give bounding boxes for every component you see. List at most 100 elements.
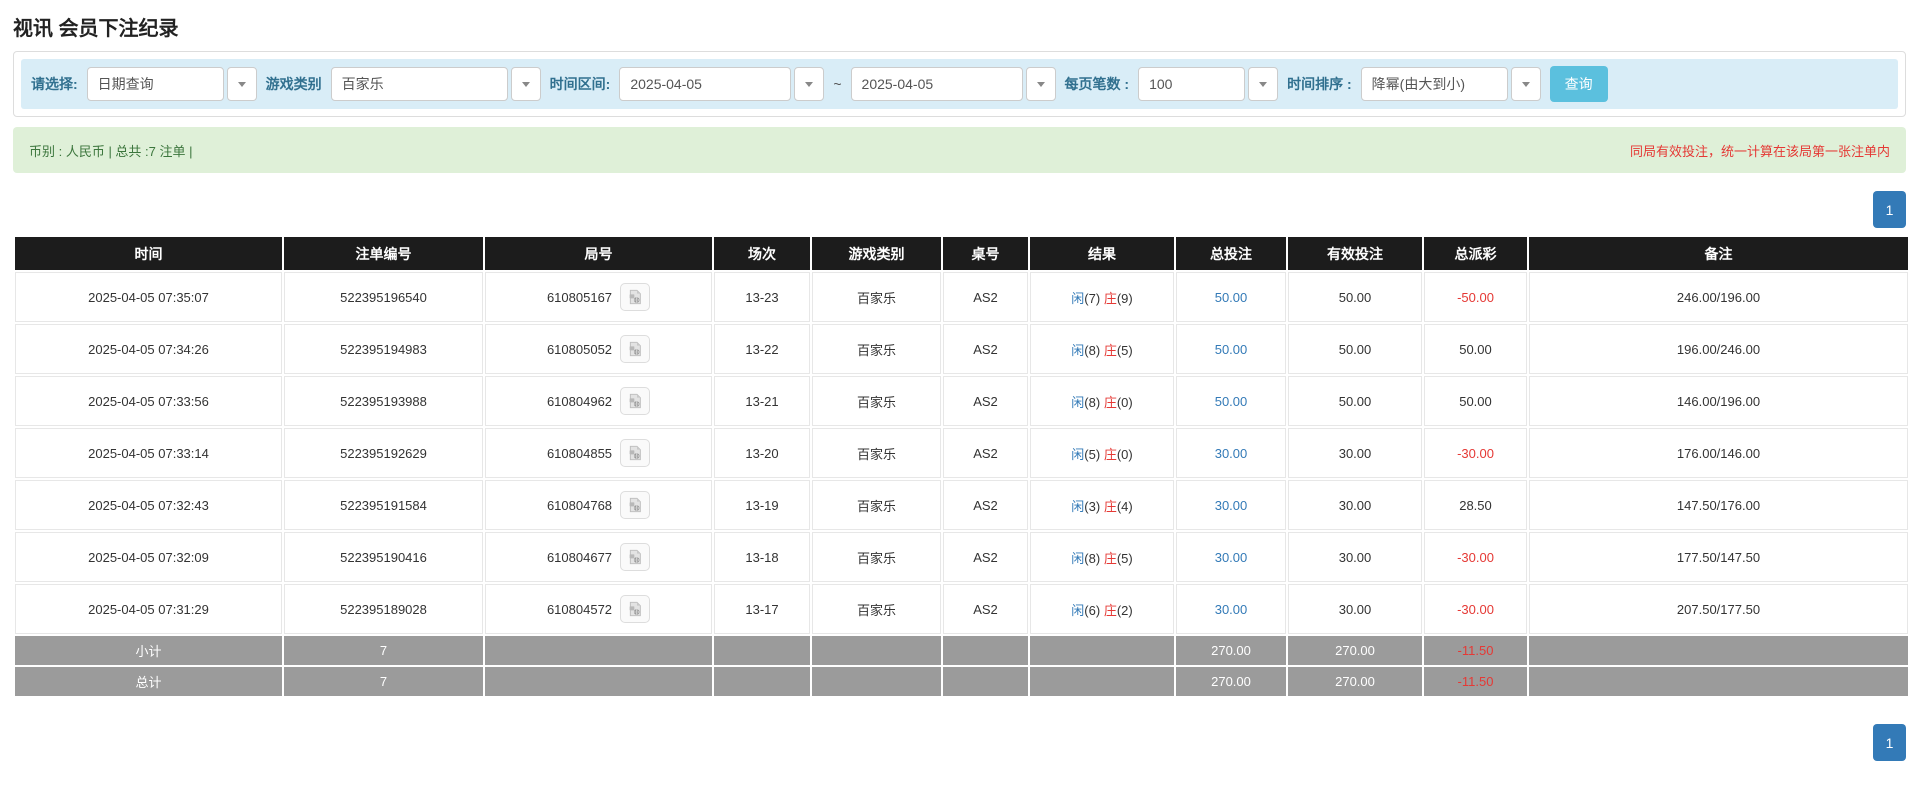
cell-total-bet: 30.00: [1176, 584, 1286, 634]
result-player-num: (8): [1084, 342, 1101, 358]
cell-bet-id: 522395190416: [284, 532, 483, 582]
total-label: 总计: [15, 667, 282, 696]
subtotal-empty-cell: [812, 636, 941, 665]
cell-remark: 207.50/177.50: [1529, 584, 1908, 634]
subtotal-valid-bet: 270.00: [1288, 636, 1422, 665]
total-empty-cell: [1030, 667, 1174, 696]
cell-game: 百家乐: [812, 532, 941, 582]
page-size-label: 每页笔数 :: [1064, 76, 1130, 92]
total-payout: -11.50: [1424, 667, 1527, 696]
result-player-label: 闲: [1071, 446, 1085, 462]
chevron-down-icon[interactable]: [1248, 67, 1279, 101]
cell-session: 13-17: [714, 584, 810, 634]
filter-bar: 请选择: 日期查询 游戏类别 百家乐 时间区间: 2025-04-05 ~ 20…: [21, 59, 1898, 109]
result-player-num: (8): [1084, 394, 1101, 410]
chevron-down-icon[interactable]: [226, 67, 257, 101]
total-bet-link[interactable]: 50.00: [1215, 290, 1248, 305]
cell-game: 百家乐: [812, 376, 941, 426]
round-id-text: 610805167: [546, 289, 613, 305]
cell-payout: 50.00: [1424, 324, 1527, 374]
total-empty-cell: [1529, 667, 1908, 696]
cell-bet-id: 522395192629: [284, 428, 483, 478]
cell-round-id: 610804572: [485, 584, 712, 634]
subtotal-count: 7: [284, 636, 483, 665]
cell-time: 2025-04-05 07:32:09: [15, 532, 282, 582]
cell-payout: 50.00: [1424, 376, 1527, 426]
cell-total-bet: 50.00: [1176, 272, 1286, 322]
video-record-icon[interactable]: [620, 335, 651, 363]
cell-session: 13-19: [714, 480, 810, 530]
result-banker-label: 庄: [1103, 602, 1117, 618]
filter-panel: 请选择: 日期查询 游戏类别 百家乐 时间区间: 2025-04-05 ~ 20…: [13, 51, 1906, 117]
cell-table-no: AS2: [943, 584, 1028, 634]
video-record-icon[interactable]: [620, 439, 651, 467]
total-bet-link[interactable]: 30.00: [1215, 550, 1248, 565]
video-record-icon[interactable]: [620, 387, 651, 415]
page-button-1[interactable]: 1: [1873, 724, 1906, 761]
round-id-text: 610804677: [546, 549, 613, 565]
round-id-text: 610804768: [546, 497, 613, 513]
date-to-value: 2025-04-05: [850, 67, 1023, 101]
time-sort-select[interactable]: 降幂(由大到小): [1360, 67, 1541, 101]
cell-result: 闲(8) 庄(5): [1030, 324, 1174, 374]
total-empty-cell: [943, 667, 1028, 696]
table-row: 2025-04-05 07:31:29 522395189028 6108045…: [15, 584, 1908, 634]
cell-result: 闲(7) 庄(9): [1030, 272, 1174, 322]
round-id-text: 610804572: [546, 601, 613, 617]
total-row: 总计 7 270.00 270.00 -11.50: [15, 667, 1908, 696]
subtotal-empty-cell: [943, 636, 1028, 665]
col-header-total-bet: 总投注: [1176, 237, 1286, 270]
game-category-select[interactable]: 百家乐: [330, 67, 541, 101]
cell-valid-bet: 30.00: [1288, 480, 1422, 530]
cell-time: 2025-04-05 07:32:43: [15, 480, 282, 530]
cell-valid-bet: 50.00: [1288, 324, 1422, 374]
chevron-down-icon[interactable]: [794, 67, 825, 101]
video-record-icon[interactable]: [620, 543, 651, 571]
cell-remark: 146.00/196.00: [1529, 376, 1908, 426]
total-bet-link[interactable]: 30.00: [1215, 498, 1248, 513]
total-bet-link[interactable]: 50.00: [1215, 342, 1248, 357]
cell-valid-bet: 30.00: [1288, 428, 1422, 478]
chevron-down-icon[interactable]: [510, 67, 541, 101]
page-size-select[interactable]: 100: [1138, 67, 1279, 101]
pagination-bottom: 1: [13, 724, 1906, 761]
cell-payout: -30.00: [1424, 584, 1527, 634]
result-banker-label: 庄: [1103, 342, 1117, 358]
cell-payout: -30.00: [1424, 532, 1527, 582]
video-record-icon[interactable]: [620, 491, 651, 519]
chevron-down-icon[interactable]: [1510, 67, 1541, 101]
cell-table-no: AS2: [943, 272, 1028, 322]
cell-bet-id: 522395194983: [284, 324, 483, 374]
page-button-1[interactable]: 1: [1873, 191, 1906, 228]
subtotal-row: 小计 7 270.00 270.00 -11.50: [15, 636, 1908, 665]
total-bet-link[interactable]: 30.00: [1215, 602, 1248, 617]
cell-valid-bet: 50.00: [1288, 272, 1422, 322]
cell-time: 2025-04-05 07:31:29: [15, 584, 282, 634]
result-player-num: (3): [1084, 498, 1101, 514]
total-count: 7: [284, 667, 483, 696]
table-row: 2025-04-05 07:33:14 522395192629 6108048…: [15, 428, 1908, 478]
date-from-select[interactable]: 2025-04-05: [619, 67, 825, 101]
chevron-down-icon[interactable]: [1025, 67, 1056, 101]
cell-remark: 147.50/176.00: [1529, 480, 1908, 530]
video-record-icon[interactable]: [620, 283, 651, 311]
col-header-result: 结果: [1030, 237, 1174, 270]
cell-valid-bet: 50.00: [1288, 376, 1422, 426]
cell-session: 13-21: [714, 376, 810, 426]
query-type-select[interactable]: 日期查询: [86, 67, 257, 101]
video-record-icon[interactable]: [620, 595, 651, 623]
total-total-bet: 270.00: [1176, 667, 1286, 696]
cell-payout: -50.00: [1424, 272, 1527, 322]
summary-bar: 币别 : 人民币 | 总共 :7 注单 | 同局有效投注，统一计算在该局第一张注…: [13, 127, 1906, 173]
total-bet-link[interactable]: 50.00: [1215, 394, 1248, 409]
page-size-value: 100: [1138, 67, 1246, 101]
cell-table-no: AS2: [943, 324, 1028, 374]
subtotal-total-bet: 270.00: [1176, 636, 1286, 665]
date-to-select[interactable]: 2025-04-05: [850, 67, 1056, 101]
result-banker-label: 庄: [1103, 446, 1117, 462]
total-bet-link[interactable]: 30.00: [1215, 446, 1248, 461]
search-button[interactable]: 查询: [1549, 66, 1608, 102]
cell-total-bet: 30.00: [1176, 428, 1286, 478]
cell-bet-id: 522395189028: [284, 584, 483, 634]
cell-game: 百家乐: [812, 428, 941, 478]
